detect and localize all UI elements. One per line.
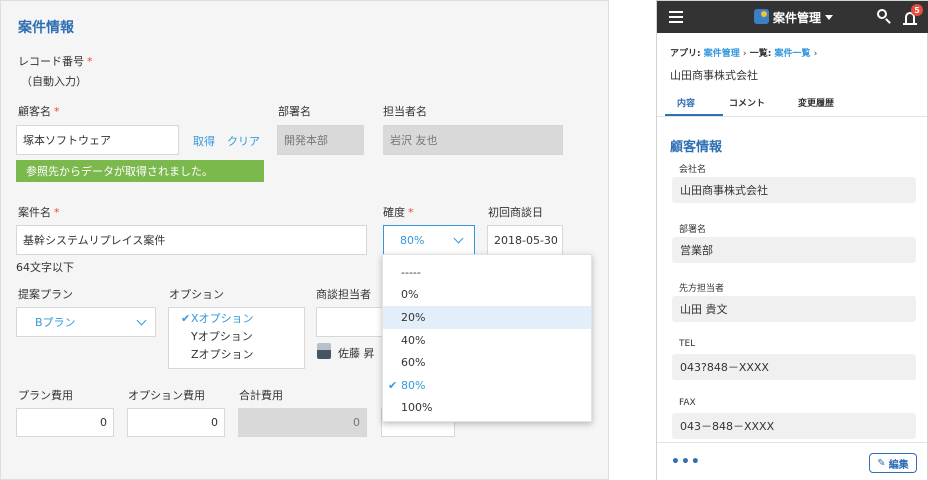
tab-comments[interactable]: コメント: [729, 96, 765, 109]
breadcrumb: アプリ: 案件管理 › 一覧: 案件一覧 ›: [670, 49, 818, 59]
search-icon[interactable]: [877, 9, 893, 25]
field-label: 会社名: [679, 165, 707, 175]
customer-section-title: 顧客情報: [670, 140, 723, 155]
record-number-value: （自動入力）: [21, 75, 87, 88]
pencil-icon: ✎: [877, 457, 886, 469]
menu-icon[interactable]: [669, 16, 683, 18]
sales-rep-input[interactable]: [316, 307, 386, 337]
sales-rep-label: 商談担当者: [316, 288, 371, 301]
probability-value: 80%: [400, 233, 425, 247]
more-icon[interactable]: •••: [671, 454, 701, 470]
clear-link[interactable]: クリア: [227, 133, 260, 149]
chevron-down-icon: [136, 315, 147, 326]
option-cost-input[interactable]: 0: [127, 408, 225, 437]
field-value: 山田商事株式会社: [672, 177, 916, 203]
dropdown-option-80[interactable]: ✔ 80%: [383, 374, 591, 397]
dropdown-option-20[interactable]: 20%: [383, 306, 591, 329]
option-y[interactable]: Yオプション: [181, 328, 304, 346]
project-name-input[interactable]: 基幹システムリプレイス案件: [16, 225, 367, 255]
customer-label: 顧客名 *: [18, 105, 60, 118]
tab-details[interactable]: 内容: [677, 96, 695, 109]
field-label: FAX: [679, 398, 696, 408]
record-number-label: レコード番号 *: [18, 55, 93, 68]
contact-label: 担当者名: [383, 105, 427, 118]
field-value: 山田 貴文: [672, 296, 916, 322]
app-title[interactable]: 案件管理: [773, 9, 834, 26]
caret-down-icon: [825, 15, 834, 20]
field-value: 043－848－XXXX: [672, 413, 916, 439]
options-checklist[interactable]: ✔Xオプション Yオプション Zオプション: [168, 307, 305, 369]
user-avatar: [317, 343, 331, 359]
chevron-down-icon: [453, 233, 464, 244]
probability-label: 確度 *: [383, 206, 414, 219]
notification-badge: 5: [911, 4, 923, 16]
customer-input[interactable]: 塚本ソフトウェア: [16, 125, 179, 155]
breadcrumb-app-link[interactable]: 案件管理: [704, 49, 740, 59]
sales-rep-user[interactable]: 佐藤 昇: [338, 345, 375, 361]
edit-button[interactable]: ✎ 編集: [869, 453, 917, 473]
plan-select[interactable]: Bプラン: [16, 307, 156, 337]
checkmark-icon: ✔: [388, 378, 398, 392]
breadcrumb-list-link[interactable]: 案件一覧: [775, 49, 811, 59]
checkmark-icon: ✔: [181, 312, 191, 325]
probability-select[interactable]: 80%: [383, 225, 475, 255]
option-cost-label: オプション費用: [128, 389, 205, 402]
section-title: 案件情報: [18, 20, 74, 36]
probability-dropdown-menu: ----- 0% 20% 40% 60% ✔ 80% 100%: [382, 254, 592, 422]
mobile-header: 案件管理 5: [657, 1, 928, 33]
project-hint: 64文字以下: [16, 261, 74, 274]
tab-history[interactable]: 変更履歴: [798, 96, 834, 109]
mobile-footer: ••• ✎ 編集: [657, 442, 927, 480]
department-label: 部署名: [278, 105, 311, 118]
total-cost-label: 合計費用: [239, 389, 283, 402]
contact-field: 岩沢 友也: [383, 125, 563, 155]
options-label: オプション: [169, 288, 224, 301]
first-meeting-label: 初回商談日: [488, 206, 543, 219]
field-value: 043?848－XXXX: [672, 354, 916, 380]
dropdown-option-0[interactable]: 0%: [383, 284, 591, 307]
dropdown-option-40[interactable]: 40%: [383, 329, 591, 352]
first-meeting-date-input[interactable]: 2018-05-30: [487, 225, 563, 255]
plan-cost-label: プラン費用: [18, 389, 73, 402]
record-title: 山田商事株式会社: [670, 69, 758, 82]
app-icon: [754, 9, 769, 24]
fetch-link[interactable]: 取得: [193, 133, 215, 149]
plan-cost-input[interactable]: 0: [16, 408, 114, 437]
field-label: 部署名: [679, 225, 707, 235]
option-z[interactable]: Zオプション: [181, 346, 304, 364]
plan-value: Bプラン: [35, 316, 76, 329]
dropdown-option-60[interactable]: 60%: [383, 351, 591, 374]
field-value: 営業部: [672, 237, 916, 263]
mobile-record-view: 案件管理 5 アプリ: 案件管理 › 一覧: 案件一覧 › 山田商事株式会社 内…: [656, 0, 928, 480]
tab-divider: [657, 116, 927, 117]
total-cost-field: 0: [238, 408, 367, 437]
option-x[interactable]: ✔Xオプション: [181, 310, 304, 328]
department-field: 開発本部: [277, 125, 364, 155]
dropdown-option-none[interactable]: -----: [383, 261, 591, 284]
dropdown-option-100[interactable]: 100%: [383, 397, 591, 420]
field-label: 先方担当者: [679, 284, 725, 294]
success-message: 参照先からデータが取得されました。: [16, 160, 264, 182]
plan-label: 提案プラン: [18, 288, 73, 301]
field-label: TEL: [679, 339, 696, 349]
project-label: 案件名 *: [18, 206, 60, 219]
